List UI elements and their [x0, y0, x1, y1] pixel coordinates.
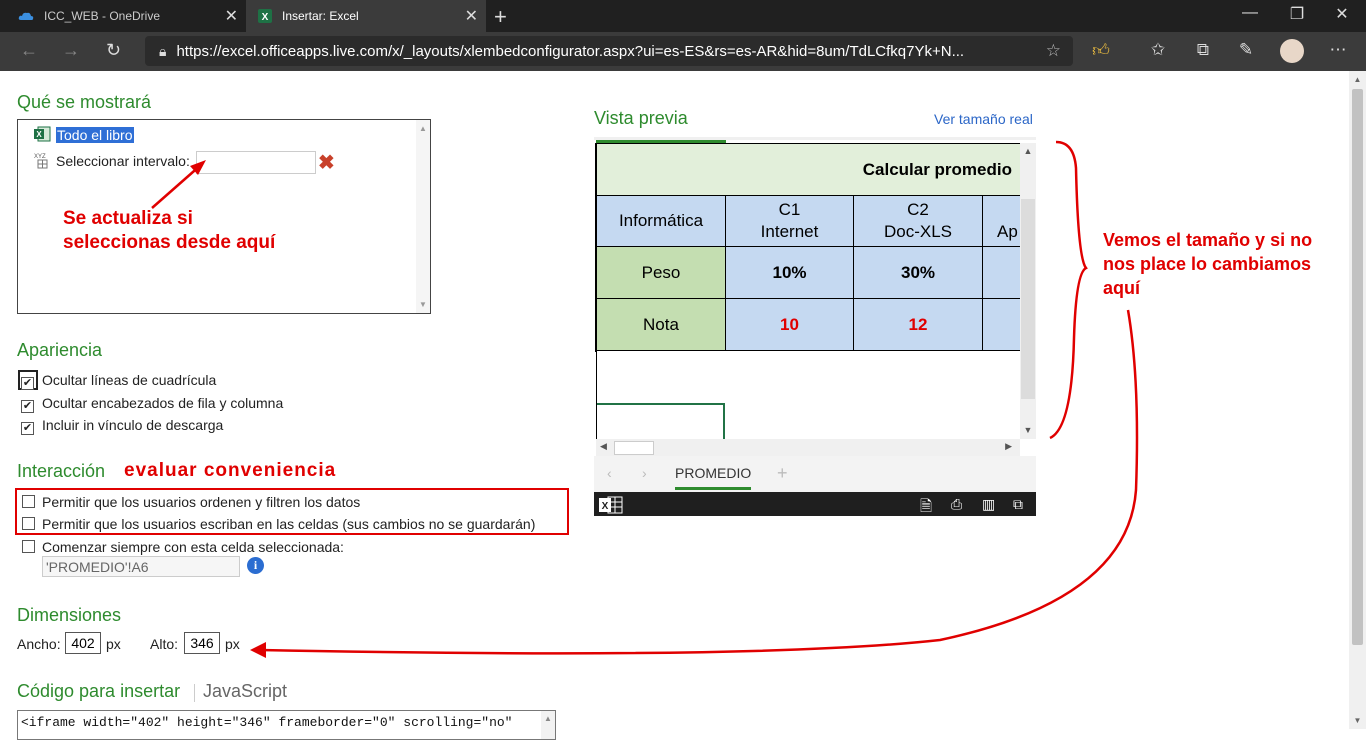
height-unit: px	[225, 636, 240, 652]
excel-workbook-icon: X	[34, 126, 51, 142]
page-scrollbar[interactable]: ▲ ▼	[1349, 71, 1366, 729]
favorites-icon[interactable]: ✩	[1146, 40, 1170, 60]
tab-title: Insertar: Excel	[282, 9, 359, 23]
header-cell[interactable]: C1 Internet	[726, 196, 854, 247]
annotation-arrow-dimensions	[250, 309, 1139, 658]
back-icon[interactable]: ←	[20, 40, 38, 61]
allow-edit-checkbox[interactable]	[22, 517, 35, 535]
forward-icon[interactable]: →	[62, 40, 80, 61]
preview-title: Vista previa	[594, 108, 688, 128]
section-title-code: Código para insertar	[17, 681, 181, 701]
width-label: Ancho:	[17, 636, 61, 652]
url-text: https://excel.officeapps.live.com/x/_lay…	[176, 42, 965, 60]
height-label: Alto:	[150, 636, 179, 652]
object-list[interactable]: ▲ ▼ X Todo el libro XYZ Seleccionar inte…	[17, 119, 431, 314]
value-cell[interactable]: 10%	[726, 247, 854, 299]
minimize-icon[interactable]: —	[1230, 4, 1270, 22]
close-tab-icon[interactable]: ✕	[225, 6, 238, 26]
tab-insertar-excel[interactable]: X Insertar: Excel ✕	[246, 0, 486, 32]
favorite-star-icon[interactable]: ☆	[1046, 41, 1061, 61]
embed-code-textarea[interactable]: <iframe width="402" height="346" framebo…	[17, 710, 556, 740]
tab-onedrive[interactable]: ICC_WEB - OneDrive ✕	[0, 0, 246, 32]
svg-text:XYZ: XYZ	[34, 154, 46, 160]
section-title-dimensions: Dimensiones	[17, 605, 122, 625]
restore-icon[interactable]: ❐	[1277, 4, 1317, 24]
tab-title: ICC_WEB - OneDrive	[44, 9, 161, 23]
sheet-title-cell[interactable]: Calcular promedio	[597, 144, 1021, 196]
start-cell-checkbox[interactable]	[22, 540, 35, 558]
width-input[interactable]: 402	[65, 632, 101, 654]
avatar[interactable]	[1280, 39, 1304, 63]
hide-gridlines-label: Ocultar líneas de cuadrícula	[42, 372, 217, 388]
section-title-appearance: Apariencia	[17, 340, 103, 360]
divider	[194, 684, 195, 702]
address-toolbar: ← → ↻ 🔒︎ https://excel.officeapps.live.c…	[0, 32, 1366, 71]
header-cell[interactable]: Ap	[983, 196, 1021, 247]
close-window-icon[interactable]: ✕	[1322, 4, 1362, 24]
height-input[interactable]: 346	[184, 632, 220, 654]
svg-text:X: X	[36, 130, 42, 139]
excel-icon: X	[258, 9, 272, 23]
range-select-icon: XYZ	[34, 154, 48, 169]
svg-text:X: X	[262, 12, 269, 23]
download-link-label: Incluir in vínculo de descarga	[42, 417, 224, 433]
whole-book-option[interactable]: Todo el libro	[56, 127, 134, 143]
new-tab-icon[interactable]: +	[494, 4, 507, 30]
clear-range-icon[interactable]: ✖	[318, 150, 335, 175]
hide-gridlines-checkbox[interactable]	[21, 373, 34, 391]
lock-icon: 🔒︎	[159, 42, 167, 59]
value-cell[interactable]	[983, 247, 1021, 299]
download-link-checkbox[interactable]	[21, 418, 34, 436]
close-tab-icon[interactable]: ✕	[465, 6, 478, 26]
section-title-interaction: Interacción	[17, 461, 106, 481]
annotation-arrow-up	[151, 160, 206, 209]
onedrive-icon	[18, 12, 34, 20]
value-cell[interactable]: 30%	[854, 247, 983, 299]
url-field[interactable]: 🔒︎ https://excel.officeapps.live.com/x/_…	[145, 36, 1073, 66]
start-cell-input[interactable]: 'PROMEDIO'!A6	[42, 556, 240, 577]
section-title-show: Qué se mostrará	[17, 92, 152, 112]
feedback-icon[interactable]: ✎	[1234, 40, 1258, 60]
allow-sort-filter-checkbox[interactable]	[22, 495, 35, 513]
header-cell[interactable]: Informática	[597, 196, 726, 247]
hide-headers-checkbox[interactable]	[21, 396, 34, 414]
row-label-cell[interactable]: Peso	[597, 247, 726, 299]
javascript-tab[interactable]: JavaScript	[203, 681, 287, 702]
refresh-icon[interactable]: ↻	[106, 40, 121, 61]
full-size-link[interactable]: Ver tamaño real	[934, 111, 1033, 127]
annotation-size-note: Vemos el tamaño y si no nos place lo cam…	[1103, 230, 1313, 298]
embed-code-text: <iframe width="402" height="346" framebo…	[21, 715, 513, 730]
collections-icon[interactable]: ⧉	[1191, 40, 1215, 60]
width-unit: px	[106, 636, 121, 652]
code-scrollbar[interactable]: ▲	[541, 711, 555, 739]
thumbs-up-icon[interactable]: 👍︎	[1089, 40, 1113, 61]
header-cell[interactable]: C2 Doc-XLS	[854, 196, 983, 247]
more-menu-icon[interactable]: ⋯	[1326, 40, 1350, 60]
browser-tab-bar: ICC_WEB - OneDrive ✕ X Insertar: Excel ✕…	[0, 0, 1366, 32]
list-scrollbar[interactable]: ▲ ▼	[416, 120, 430, 313]
page-scroll-thumb[interactable]	[1352, 89, 1363, 645]
